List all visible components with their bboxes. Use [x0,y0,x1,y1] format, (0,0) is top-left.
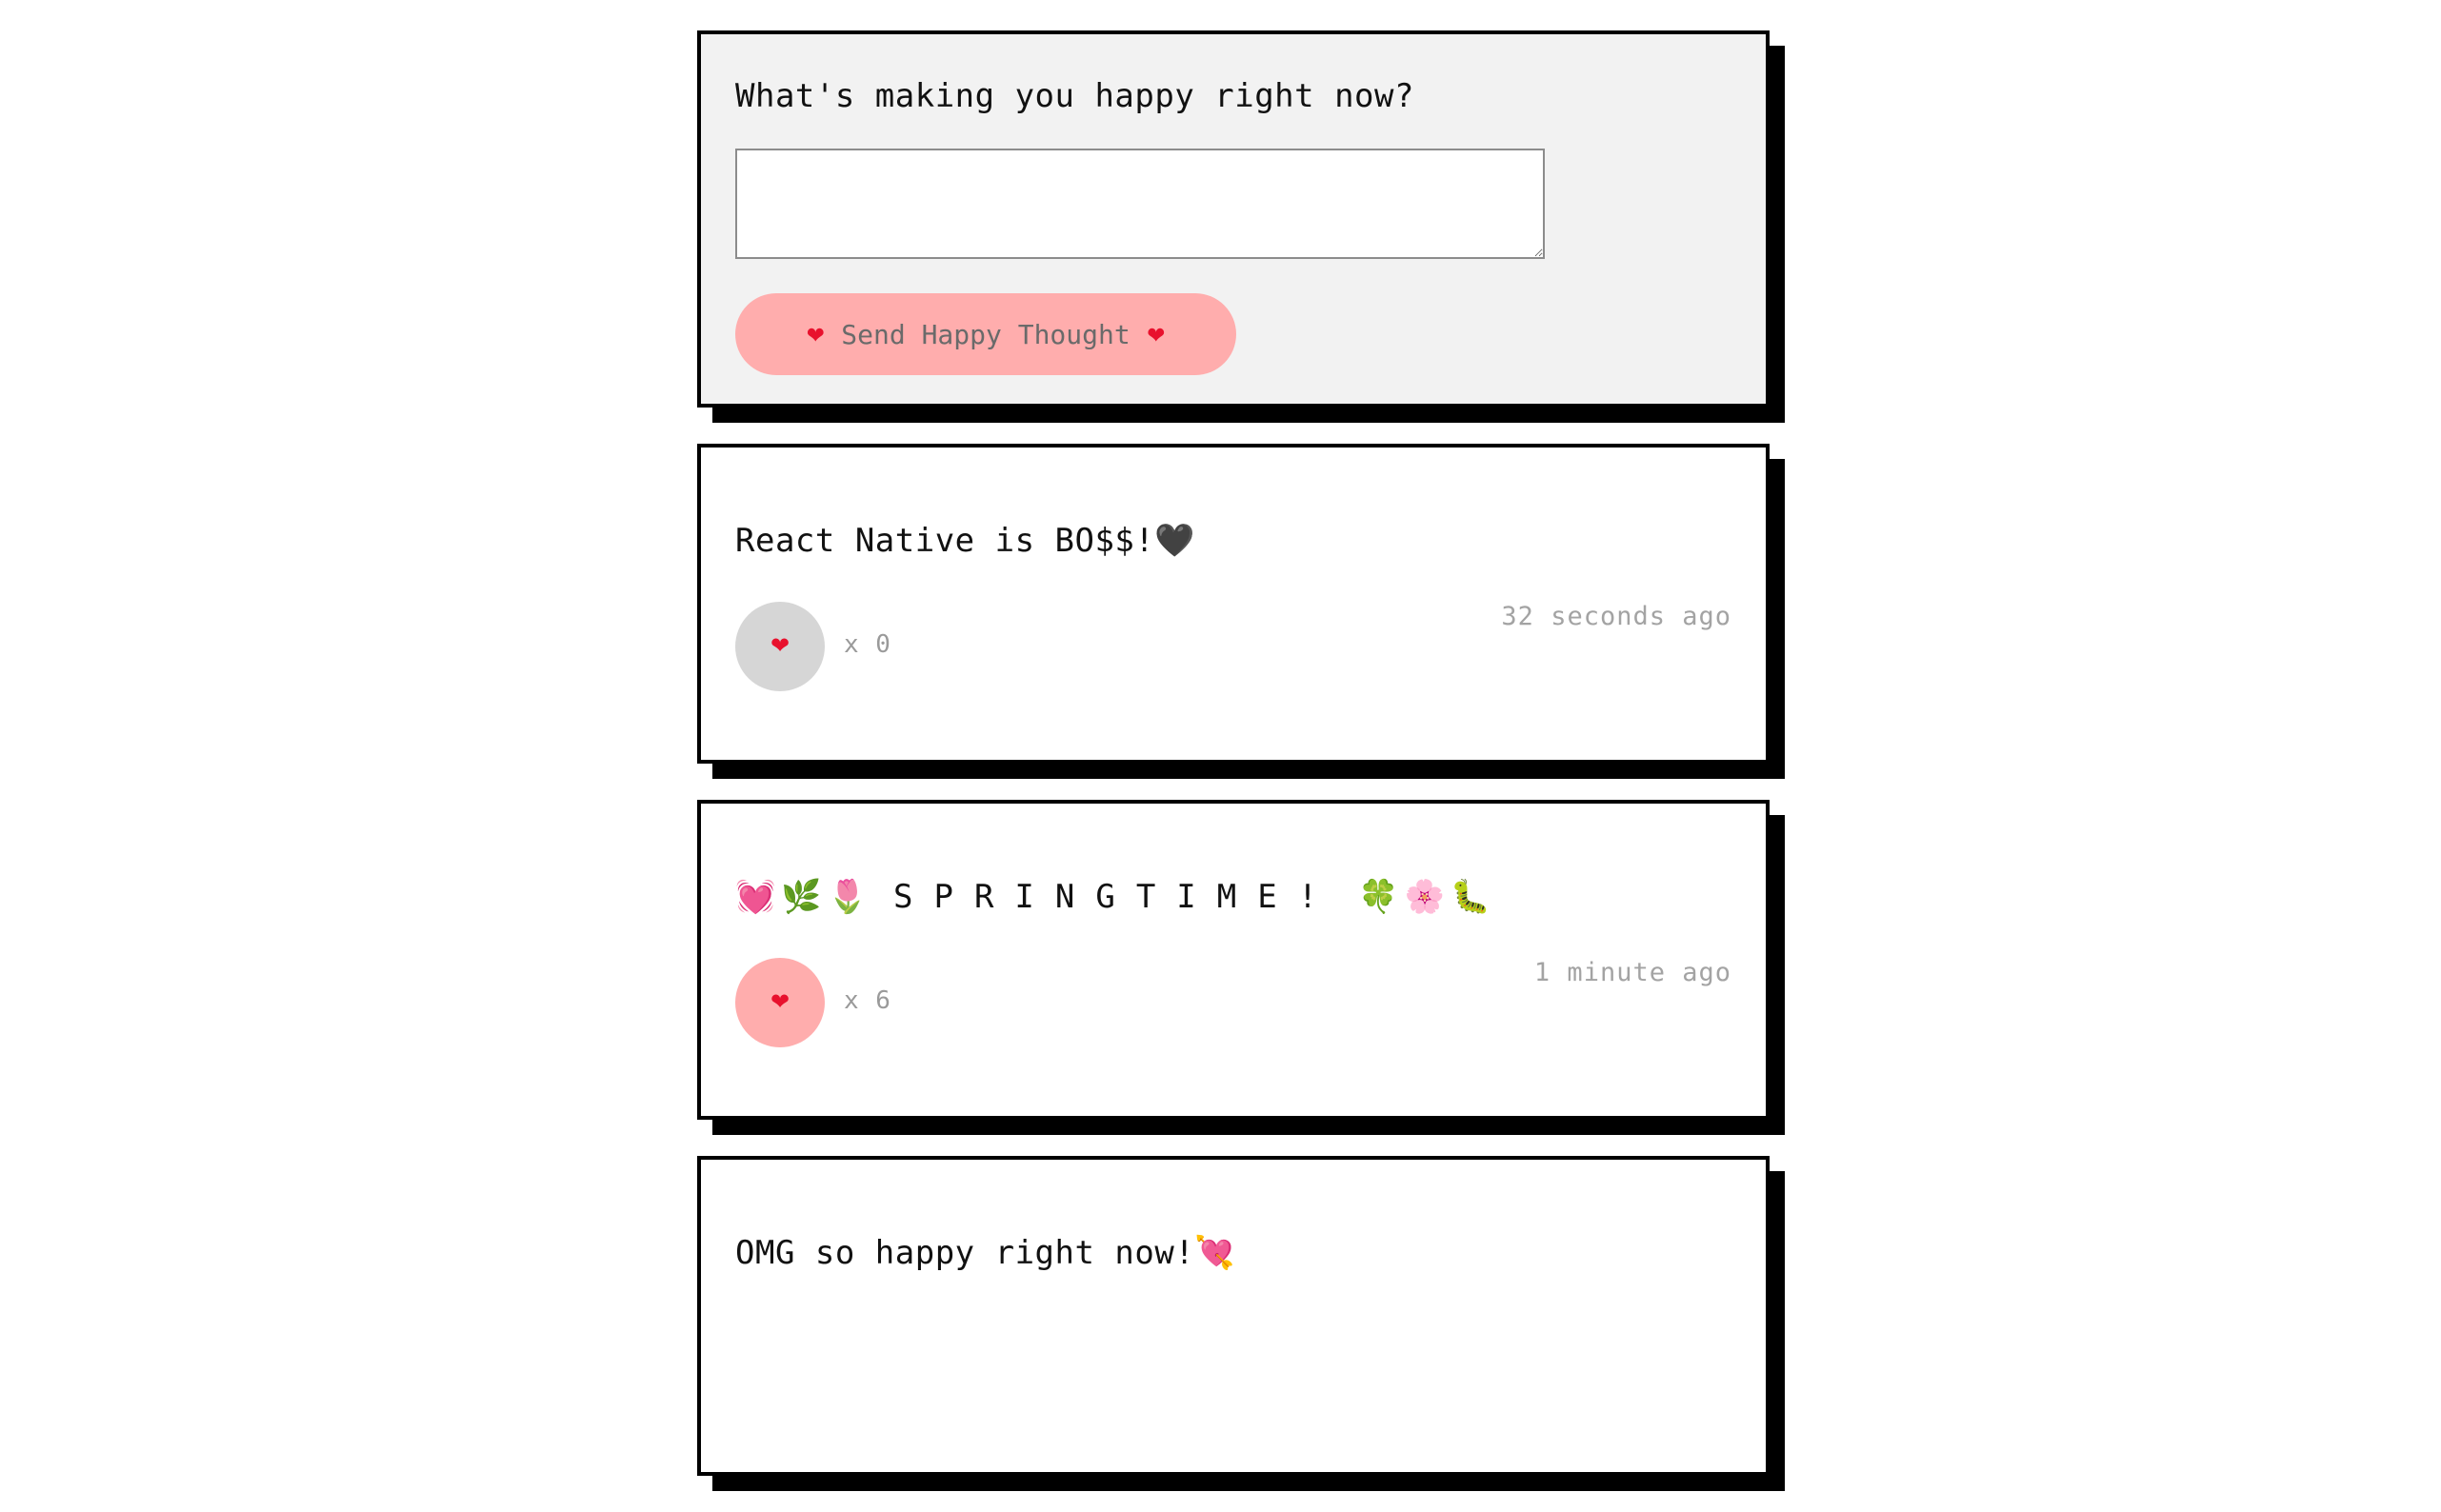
thought-card: 💓🌿🌷 SPRINGTIME! 🍀🌸🐛 ❤ x 6 1 minute ago [697,800,1770,1120]
thought-message: OMG so happy right now!💘 [735,1234,1236,1272]
thought-feed: What's making you happy right now? ❤ Sen… [697,30,1770,1512]
message-emoji: 🍀🌸🐛 [1358,878,1497,916]
like-count: x 6 [844,986,891,1015]
heart-icon: ❤ [807,317,825,350]
like-button[interactable]: ❤ [735,602,825,691]
thought-message: React Native is BO$$!🖤 [735,522,1196,560]
happy-thought-form: What's making you happy right now? ❤ Sen… [697,30,1770,408]
thought-timestamp: 32 seconds ago [1501,602,1731,631]
like-count: x 0 [844,630,891,659]
send-button-label: Send Happy Thought [841,318,1130,350]
message-emoji: 💓🌿🌷 [735,878,874,916]
heart-icon: ❤ [770,989,790,1015]
like-button[interactable]: ❤ [735,958,825,1047]
thought-footer: ❤ x 0 32 seconds ago [735,602,1731,693]
heart-icon: ❤ [1147,317,1165,350]
heart-icon: ❤ [770,633,790,659]
message-text: SPRINGTIME! [893,878,1339,916]
thought-timestamp: 1 minute ago [1533,958,1731,987]
form-question: What's making you happy right now? [735,77,1414,115]
send-happy-thought-button[interactable]: ❤ Send Happy Thought ❤ [735,293,1236,375]
thought-input[interactable] [735,149,1545,259]
thought-message: 💓🌿🌷 SPRINGTIME! 🍀🌸🐛 [735,878,1496,916]
thought-card: React Native is BO$$!🖤 ❤ x 0 32 seconds … [697,444,1770,764]
thought-footer: ❤ x 6 1 minute ago [735,958,1731,1049]
thought-card: OMG so happy right now!💘 [697,1156,1770,1476]
